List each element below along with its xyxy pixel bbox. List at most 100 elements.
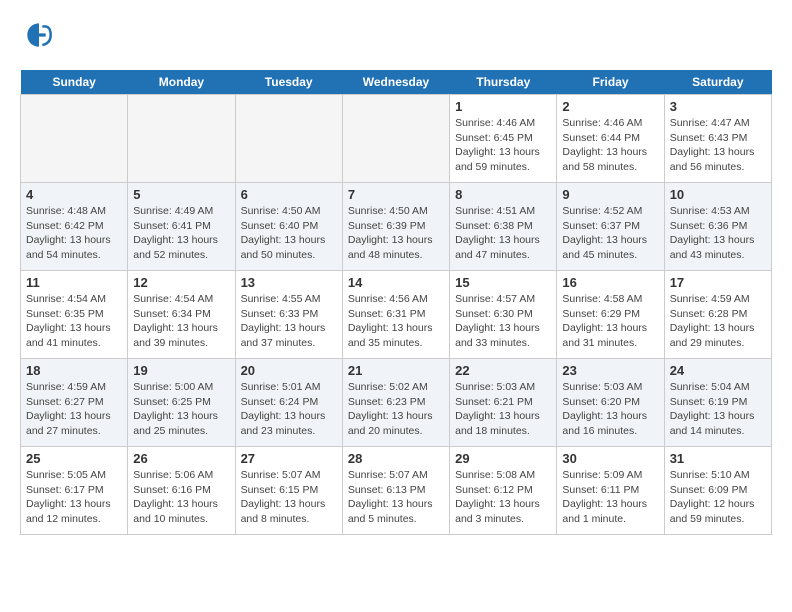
- day-number: 6: [241, 187, 337, 202]
- calendar-cell: 17Sunrise: 4:59 AM Sunset: 6:28 PM Dayli…: [664, 271, 771, 359]
- day-number: 24: [670, 363, 766, 378]
- day-info: Sunrise: 4:55 AM Sunset: 6:33 PM Dayligh…: [241, 292, 337, 351]
- logo-icon: [24, 20, 54, 50]
- weekday-header-thursday: Thursday: [450, 70, 557, 95]
- calendar-cell: [128, 95, 235, 183]
- weekday-header-tuesday: Tuesday: [235, 70, 342, 95]
- logo: [20, 20, 58, 55]
- calendar-cell: 4 Sunrise: 4:48 AM Sunset: 6:42 PM Daylig…: [21, 183, 128, 271]
- calendar-cell: [235, 95, 342, 183]
- day-info: Sunrise: 5:00 AM Sunset: 6:25 PM Dayligh…: [133, 380, 229, 439]
- day-number: 9: [562, 187, 658, 202]
- day-number: 11: [26, 275, 122, 290]
- day-info: Sunrise: 4:56 AM Sunset: 6:31 PM Dayligh…: [348, 292, 444, 351]
- day-info: Sunrise: 5:03 AM Sunset: 6:20 PM Dayligh…: [562, 380, 658, 439]
- day-number: 3: [670, 99, 766, 114]
- calendar-cell: 29 Sunrise: 5:08 AM Sunset: 6:12 PM Dayli…: [450, 447, 557, 535]
- day-info: Sunrise: 4:46 AM Sunset: 6:44 PM Dayligh…: [562, 116, 658, 175]
- day-number: 20: [241, 363, 337, 378]
- calendar-cell: 21Sunrise: 5:02 AM Sunset: 6:23 PM Dayli…: [342, 359, 449, 447]
- day-info: Sunrise: 4:59 AM Sunset: 6:28 PM Dayligh…: [670, 292, 766, 351]
- day-number: 29: [455, 451, 551, 466]
- weekday-header-saturday: Saturday: [664, 70, 771, 95]
- day-number: 8: [455, 187, 551, 202]
- calendar-cell: 12Sunrise: 4:54 AM Sunset: 6:34 PM Dayli…: [128, 271, 235, 359]
- calendar-cell: 6 Sunrise: 4:50 AM Sunset: 6:40 PM Daylig…: [235, 183, 342, 271]
- day-info: Sunrise: 5:03 AM Sunset: 6:21 PM Dayligh…: [455, 380, 551, 439]
- day-number: 2: [562, 99, 658, 114]
- day-info: Sunrise: 4:58 AM Sunset: 6:29 PM Dayligh…: [562, 292, 658, 351]
- day-number: 31: [670, 451, 766, 466]
- day-info: Sunrise: 4:49 AM Sunset: 6:41 PM Dayligh…: [133, 204, 229, 263]
- day-info: Sunrise: 5:07 AM Sunset: 6:13 PM Dayligh…: [348, 468, 444, 527]
- day-info: Sunrise: 4:47 AM Sunset: 6:43 PM Dayligh…: [670, 116, 766, 175]
- calendar-cell: 16Sunrise: 4:58 AM Sunset: 6:29 PM Dayli…: [557, 271, 664, 359]
- calendar-cell: 23 Sunrise: 5:03 AM Sunset: 6:20 PM Dayli…: [557, 359, 664, 447]
- calendar-cell: 22 Sunrise: 5:03 AM Sunset: 6:21 PM Dayli…: [450, 359, 557, 447]
- calendar-cell: 20 Sunrise: 5:01 AM Sunset: 6:24 PM Dayli…: [235, 359, 342, 447]
- day-number: 14: [348, 275, 444, 290]
- calendar-cell: 28 Sunrise: 5:07 AM Sunset: 6:13 PM Dayli…: [342, 447, 449, 535]
- calendar-week-row: 18Sunrise: 4:59 AM Sunset: 6:27 PM Dayli…: [21, 359, 772, 447]
- day-info: Sunrise: 4:48 AM Sunset: 6:42 PM Dayligh…: [26, 204, 122, 263]
- day-info: Sunrise: 4:50 AM Sunset: 6:40 PM Dayligh…: [241, 204, 337, 263]
- day-info: Sunrise: 5:07 AM Sunset: 6:15 PM Dayligh…: [241, 468, 337, 527]
- calendar-cell: 26 Sunrise: 5:06 AM Sunset: 6:16 PM Dayli…: [128, 447, 235, 535]
- calendar-cell: 14 Sunrise: 4:56 AM Sunset: 6:31 PM Dayli…: [342, 271, 449, 359]
- calendar-table: SundayMondayTuesdayWednesdayThursdayFrid…: [20, 70, 772, 535]
- day-number: 13: [241, 275, 337, 290]
- day-info: Sunrise: 4:57 AM Sunset: 6:30 PM Dayligh…: [455, 292, 551, 351]
- calendar-cell: 27Sunrise: 5:07 AM Sunset: 6:15 PM Dayli…: [235, 447, 342, 535]
- day-number: 1: [455, 99, 551, 114]
- day-number: 4: [26, 187, 122, 202]
- calendar-cell: [21, 95, 128, 183]
- day-number: 23: [562, 363, 658, 378]
- day-info: Sunrise: 4:46 AM Sunset: 6:45 PM Dayligh…: [455, 116, 551, 175]
- day-info: Sunrise: 4:59 AM Sunset: 6:27 PM Dayligh…: [26, 380, 122, 439]
- day-number: 28: [348, 451, 444, 466]
- day-info: Sunrise: 5:09 AM Sunset: 6:11 PM Dayligh…: [562, 468, 658, 527]
- weekday-header-sunday: Sunday: [21, 70, 128, 95]
- calendar-cell: 9 Sunrise: 4:52 AM Sunset: 6:37 PM Daylig…: [557, 183, 664, 271]
- calendar-week-row: 1 Sunrise: 4:46 AM Sunset: 6:45 PM Daylig…: [21, 95, 772, 183]
- weekday-header-monday: Monday: [128, 70, 235, 95]
- day-number: 19: [133, 363, 229, 378]
- calendar-cell: 7 Sunrise: 4:50 AM Sunset: 6:39 PM Daylig…: [342, 183, 449, 271]
- day-number: 12: [133, 275, 229, 290]
- day-info: Sunrise: 4:52 AM Sunset: 6:37 PM Dayligh…: [562, 204, 658, 263]
- weekday-header-wednesday: Wednesday: [342, 70, 449, 95]
- calendar-week-row: 11Sunrise: 4:54 AM Sunset: 6:35 PM Dayli…: [21, 271, 772, 359]
- day-info: Sunrise: 4:50 AM Sunset: 6:39 PM Dayligh…: [348, 204, 444, 263]
- day-info: Sunrise: 5:04 AM Sunset: 6:19 PM Dayligh…: [670, 380, 766, 439]
- day-info: Sunrise: 4:51 AM Sunset: 6:38 PM Dayligh…: [455, 204, 551, 263]
- day-number: 5: [133, 187, 229, 202]
- day-info: Sunrise: 5:06 AM Sunset: 6:16 PM Dayligh…: [133, 468, 229, 527]
- calendar-week-row: 25 Sunrise: 5:05 AM Sunset: 6:17 PM Dayli…: [21, 447, 772, 535]
- day-info: Sunrise: 5:08 AM Sunset: 6:12 PM Dayligh…: [455, 468, 551, 527]
- calendar-cell: 24 Sunrise: 5:04 AM Sunset: 6:19 PM Dayli…: [664, 359, 771, 447]
- day-number: 21: [348, 363, 444, 378]
- day-info: Sunrise: 4:53 AM Sunset: 6:36 PM Dayligh…: [670, 204, 766, 263]
- calendar-cell: 15Sunrise: 4:57 AM Sunset: 6:30 PM Dayli…: [450, 271, 557, 359]
- day-number: 30: [562, 451, 658, 466]
- day-number: 26: [133, 451, 229, 466]
- day-info: Sunrise: 5:10 AM Sunset: 6:09 PM Dayligh…: [670, 468, 766, 527]
- calendar-cell: 5 Sunrise: 4:49 AM Sunset: 6:41 PM Daylig…: [128, 183, 235, 271]
- day-number: 22: [455, 363, 551, 378]
- calendar-cell: 25 Sunrise: 5:05 AM Sunset: 6:17 PM Dayli…: [21, 447, 128, 535]
- calendar-cell: 19 Sunrise: 5:00 AM Sunset: 6:25 PM Dayli…: [128, 359, 235, 447]
- day-number: 7: [348, 187, 444, 202]
- day-info: Sunrise: 5:05 AM Sunset: 6:17 PM Dayligh…: [26, 468, 122, 527]
- page-header: [20, 20, 772, 55]
- day-number: 25: [26, 451, 122, 466]
- calendar-week-row: 4 Sunrise: 4:48 AM Sunset: 6:42 PM Daylig…: [21, 183, 772, 271]
- weekday-header-friday: Friday: [557, 70, 664, 95]
- calendar-cell: 11Sunrise: 4:54 AM Sunset: 6:35 PM Dayli…: [21, 271, 128, 359]
- calendar-cell: 2 Sunrise: 4:46 AM Sunset: 6:44 PM Daylig…: [557, 95, 664, 183]
- calendar-cell: 31 Sunrise: 5:10 AM Sunset: 6:09 PM Dayli…: [664, 447, 771, 535]
- calendar-cell: 30 Sunrise: 5:09 AM Sunset: 6:11 PM Dayli…: [557, 447, 664, 535]
- day-info: Sunrise: 5:01 AM Sunset: 6:24 PM Dayligh…: [241, 380, 337, 439]
- calendar-cell: 18Sunrise: 4:59 AM Sunset: 6:27 PM Dayli…: [21, 359, 128, 447]
- calendar-cell: [342, 95, 449, 183]
- calendar-cell: 10Sunrise: 4:53 AM Sunset: 6:36 PM Dayli…: [664, 183, 771, 271]
